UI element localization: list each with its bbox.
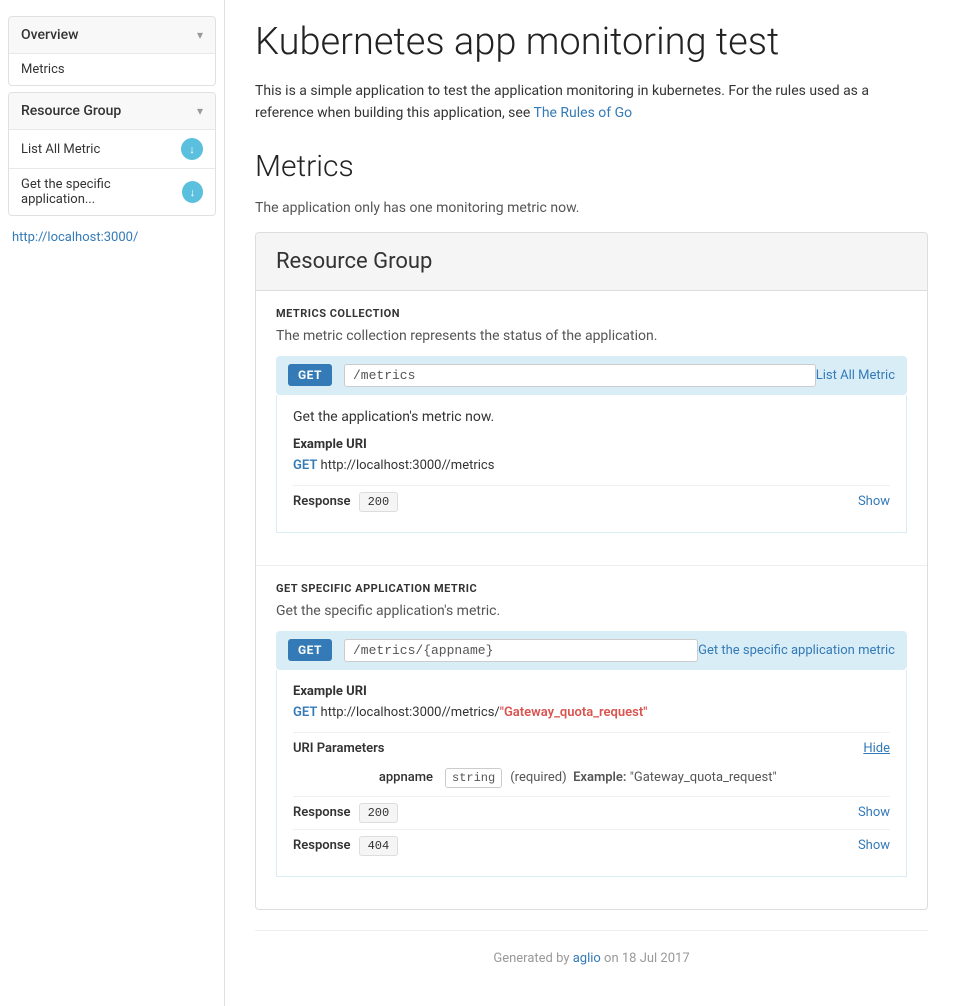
aglio-link[interactable]: aglio — [573, 951, 601, 966]
chevron-down-icon: ▾ — [197, 28, 203, 42]
resource-group-card: Resource Group METRICS COLLECTION The me… — [255, 232, 928, 910]
collection2-desc: Get the specific application's metric. — [276, 603, 907, 619]
endpoint2-example-value: GET http://localhost:3000//metrics/"Gate… — [293, 705, 890, 720]
endpoint2-method-text: GET — [293, 705, 317, 720]
endpoint2-row: GET /metrics/{appname} Get the specific … — [276, 631, 907, 670]
endpoint1-response-code: 200 — [359, 492, 399, 512]
endpoint1-link[interactable]: List All Metric — [816, 368, 895, 383]
sidebar-section-resource-group: Resource Group ▾ List All Metric ↓ Get t… — [8, 92, 216, 216]
get-specific-label: Get the specific application... — [21, 177, 182, 207]
collection-label: METRICS COLLECTION — [276, 307, 907, 320]
param-name: appname — [353, 770, 433, 785]
metrics-label: Metrics — [21, 62, 65, 77]
endpoint1-example-value: GET http://localhost:3000//metrics — [293, 458, 890, 473]
endpoint2-example-label: Example URI — [293, 684, 890, 699]
metrics-section-title: Metrics — [255, 149, 928, 184]
endpoint1-url: http://localhost:3000//metrics — [321, 458, 495, 473]
endpoint1-row: GET /metrics List All Metric — [276, 356, 907, 395]
sidebar-item-get-specific[interactable]: Get the specific application... ↓ — [9, 168, 215, 215]
sidebar: Overview ▾ Metrics Resource Group ▾ List… — [0, 0, 225, 1006]
endpoint2-link[interactable]: Get the specific application metric — [698, 643, 895, 658]
main-content: Kubernetes app monitoring test This is a… — [225, 0, 958, 1006]
endpoint1-response-left: Response 200 — [293, 492, 398, 512]
endpoint2-response1-label: Response — [293, 805, 351, 820]
endpoint1-detail: Get the application's metric now. Exampl… — [276, 395, 907, 533]
list-all-metric-label: List All Metric — [21, 142, 100, 157]
endpoint1-description: Get the application's metric now. — [293, 409, 890, 425]
endpoint2-method: GET — [288, 639, 332, 661]
localhost-link[interactable]: http://localhost:3000/ — [0, 222, 224, 253]
endpoint2-url-base: http://localhost:3000//metrics/ — [321, 705, 500, 720]
param-type: string — [445, 768, 502, 788]
param-row: appname string (required) Example: "Gate… — [293, 760, 890, 796]
endpoint2-response2-left: Response 404 — [293, 836, 398, 856]
endpoint2-response2-label: Response — [293, 838, 351, 853]
endpoint1-example-label: Example URI — [293, 437, 890, 452]
sidebar-overview-header[interactable]: Overview ▾ — [9, 17, 215, 53]
param-example-label: Example: — [573, 770, 626, 785]
overview-label: Overview — [21, 27, 78, 43]
sidebar-resource-group-header[interactable]: Resource Group ▾ — [9, 93, 215, 129]
list-all-metric-badge: ↓ — [181, 138, 203, 160]
resource-group-title: Resource Group — [256, 233, 927, 291]
uri-params-label: URI Parameters — [293, 741, 384, 756]
endpoint1-method-text: GET — [293, 458, 317, 473]
footer-date: on 18 Jul 2017 — [601, 951, 690, 966]
param-example-value: "Gateway_quota_request" — [630, 770, 777, 785]
endpoint2-show2-button[interactable]: Show — [858, 838, 890, 853]
resource-group-label: Resource Group — [21, 103, 121, 119]
footer: Generated by aglio on 18 Jul 2017 — [255, 930, 928, 986]
get-specific-badge: ↓ — [182, 181, 203, 203]
endpoint2-response1-code: 200 — [359, 803, 399, 823]
endpoint1-show-button[interactable]: Show — [858, 494, 890, 509]
param-required: (required) — [510, 770, 566, 785]
uri-params-hide-button[interactable]: Hide — [863, 741, 890, 756]
endpoint1-path: /metrics — [344, 364, 816, 387]
rules-of-go-link[interactable]: The Rules of Go — [533, 105, 632, 121]
endpoint2-url-highlight: "Gateway_quota_request" — [500, 705, 648, 720]
sidebar-item-list-all-metric[interactable]: List All Metric ↓ — [9, 129, 215, 168]
collection2-label: GET SPECIFIC APPLICATION METRIC — [276, 582, 907, 595]
metrics-collection-section: METRICS COLLECTION The metric collection… — [256, 291, 927, 566]
endpoint1-response-label: Response — [293, 494, 351, 509]
endpoint2-response2-row: Response 404 Show — [293, 829, 890, 862]
endpoint2-show1-button[interactable]: Show — [858, 805, 890, 820]
get-specific-collection-section: GET SPECIFIC APPLICATION METRIC Get the … — [256, 566, 927, 909]
collection-desc: The metric collection represents the sta… — [276, 328, 907, 344]
sidebar-section-overview: Overview ▾ Metrics — [8, 16, 216, 86]
endpoint1-method: GET — [288, 364, 332, 386]
param-desc: (required) Example: "Gateway_quota_reque… — [510, 770, 776, 785]
endpoint2-response2-code: 404 — [359, 836, 399, 856]
intro-text: This is a simple application to test the… — [255, 80, 928, 125]
endpoint2-detail: Example URI GET http://localhost:3000//m… — [276, 670, 907, 877]
endpoint1-response-row: Response 200 Show — [293, 485, 890, 518]
endpoint2-path: /metrics/{appname} — [344, 639, 698, 662]
endpoint2-response1-left: Response 200 — [293, 803, 398, 823]
metrics-subtitle: The application only has one monitoring … — [255, 200, 928, 216]
sidebar-item-metrics[interactable]: Metrics — [9, 53, 215, 85]
endpoint2-response1-row: Response 200 Show — [293, 796, 890, 829]
uri-params-row: URI Parameters Hide — [293, 732, 890, 760]
page-title: Kubernetes app monitoring test — [255, 20, 928, 64]
chevron-down-icon: ▾ — [197, 104, 203, 118]
footer-text: Generated by — [493, 951, 572, 966]
